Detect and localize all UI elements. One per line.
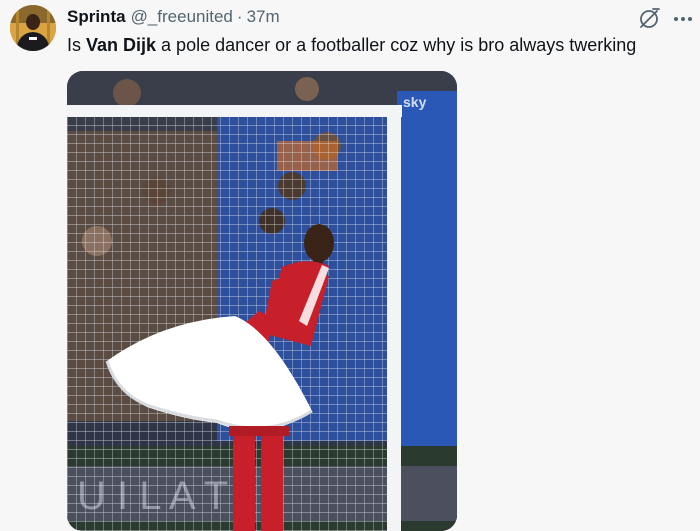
tweet-timestamp[interactable]: 37m (247, 7, 280, 27)
more-options-icon[interactable] (670, 6, 696, 32)
tweet-header: Sprinta @_freeunited · 37m (67, 7, 280, 29)
tweet-media-image[interactable]: U I L A T sky (67, 71, 457, 531)
grok-icon[interactable] (636, 6, 662, 32)
author-name[interactable]: Sprinta (67, 7, 126, 27)
tweet[interactable]: Sprinta @_freeunited · 37m Is Van Dijk a… (0, 0, 700, 531)
sky-watermark: sky (403, 94, 427, 110)
header-separator: · (236, 7, 243, 26)
author-handle[interactable]: @_freeunited (131, 7, 233, 27)
tweet-text-start: Is (67, 35, 87, 55)
tweet-text-end: a pole dancer or a footballer coz why is… (156, 35, 637, 55)
tweet-text: Is Van Dijk a pole dancer or a footballe… (67, 33, 687, 57)
tweet-text-bold: Van Dijk (86, 35, 157, 55)
author-avatar[interactable] (10, 5, 56, 51)
